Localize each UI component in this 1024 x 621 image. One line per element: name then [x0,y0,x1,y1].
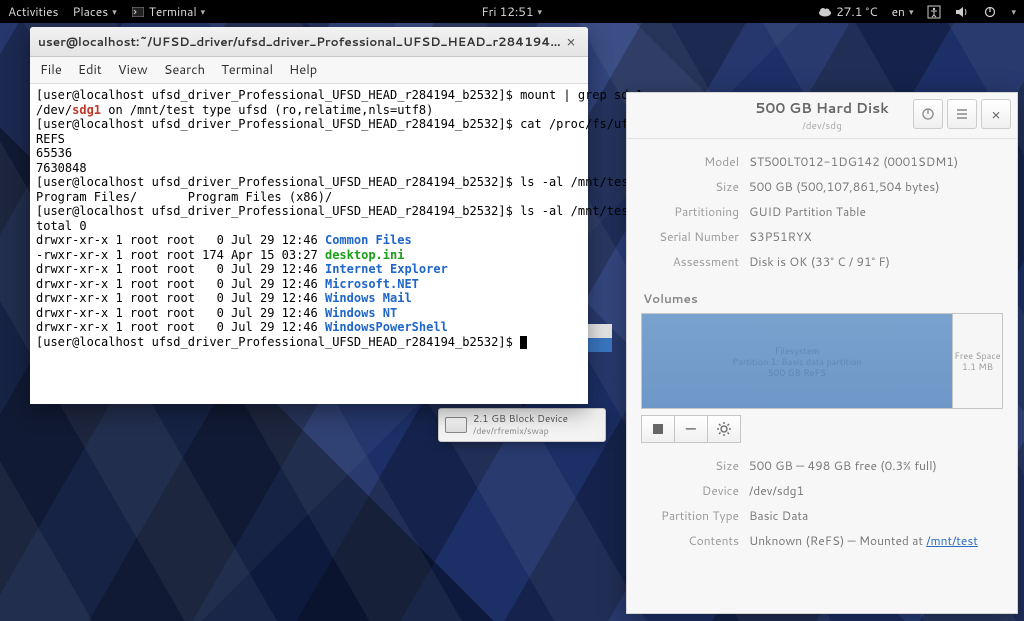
chevron-down-icon: ▾ [538,5,543,18]
chevron-down-icon: ▾ [909,5,914,18]
clock[interactable]: Fri 12:51 ▾ [481,3,542,20]
terminal-title: user@localhost:~/UFSD_driver/ufsd_driver… [38,33,562,50]
activities-label: Activities [8,3,59,20]
volume-icon[interactable] [955,5,969,19]
disk-info: ModelST500LT012-1DG142 (0001SDM1) Size50… [627,139,1017,280]
cursor [520,336,527,349]
places-label: Places [73,3,109,20]
activities-button[interactable]: Activities [8,3,59,20]
gear-button[interactable] [707,415,741,443]
block-device-item[interactable]: 2.1 GB Block Device /dev/rfremix/swap [438,408,606,442]
chevron-down-icon: ▾ [112,5,117,18]
disks-window: 500 GB Hard Disk /dev/sdg × ModelST500LT… [626,92,1018,614]
cloud-icon [818,5,832,19]
partition-device: /dev/sdg1 [749,482,1003,499]
volume-main[interactable]: Filesystem Partition 1: Basic data parti… [642,314,952,408]
weather-label: 27.1 °C [836,3,877,20]
disk-assessment: Disk is OK (33° C / 91° F) [749,253,1003,270]
block-device-text: 2.1 GB Block Device /dev/rfremix/swap [473,413,568,437]
lang-label: en [892,3,905,20]
places-menu[interactable]: Places ▾ [73,3,117,20]
hamburger-menu-button[interactable] [947,99,977,129]
chevron-down-icon: ▾ [201,5,206,18]
gnome-topbar: Activities Places ▾ Terminal ▾ Fri 12:51… [0,0,1024,23]
volumes-heading: Volumes [641,284,1003,313]
menu-terminal[interactable]: Terminal [221,61,273,79]
stop-button[interactable] [641,415,675,443]
accessibility-icon[interactable] [927,5,941,19]
power-icon[interactable] [983,5,997,19]
weather-indicator[interactable]: 27.1 °C [818,3,877,20]
close-icon[interactable]: × [562,31,580,52]
terminal-menubar: File Edit View Search Terminal Help [30,57,588,84]
volume-free[interactable]: Free Space 1.1 MB [952,314,1002,408]
partition-contents: Unknown (ReFS) — Mounted at /mnt/test [749,532,1003,549]
terminal-window: user@localhost:~/UFSD_driver/ufsd_driver… [30,27,588,404]
power-button[interactable] [913,99,943,129]
task-indicator: ve [584,324,616,352]
menu-file[interactable]: File [40,61,62,79]
menu-search[interactable]: Search [164,61,205,79]
disk-serial: S3P51RYX [749,228,1003,245]
menu-edit[interactable]: Edit [78,61,102,79]
drive-icon [445,417,467,433]
menu-view[interactable]: View [118,61,148,79]
close-button[interactable]: × [981,99,1011,129]
disks-header: 500 GB Hard Disk /dev/sdg × [627,93,1017,139]
terminal-body[interactable]: [user@localhost ufsd_driver_Professional… [30,84,588,404]
clock-label: Fri 12:51 [481,3,533,20]
partition-size: 500 GB — 498 GB free (0.3% full) [749,457,1003,474]
volume-map[interactable]: Filesystem Partition 1: Basic data parti… [641,313,1003,409]
partition-type: Basic Data [749,507,1003,524]
volume-toolbar: − [641,415,1003,443]
terminal-appmenu-label: Terminal [149,3,197,20]
disk-partitioning: GUID Partition Table [749,203,1003,220]
minus-button[interactable]: − [674,415,708,443]
chevron-down-icon: ▾ [1011,5,1016,18]
terminal-appmenu[interactable]: Terminal ▾ [131,3,205,20]
menu-help[interactable]: Help [289,61,317,79]
mount-link[interactable]: /mnt/test [926,532,978,549]
terminal-titlebar[interactable]: user@localhost:~/UFSD_driver/ufsd_driver… [30,27,588,57]
disk-size: 500 GB (500,107,861,504 bytes) [749,178,1003,195]
terminal-icon [131,5,145,19]
disk-model: ST500LT012-1DG142 (0001SDM1) [749,153,1003,170]
lang-indicator[interactable]: en ▾ [892,3,914,20]
